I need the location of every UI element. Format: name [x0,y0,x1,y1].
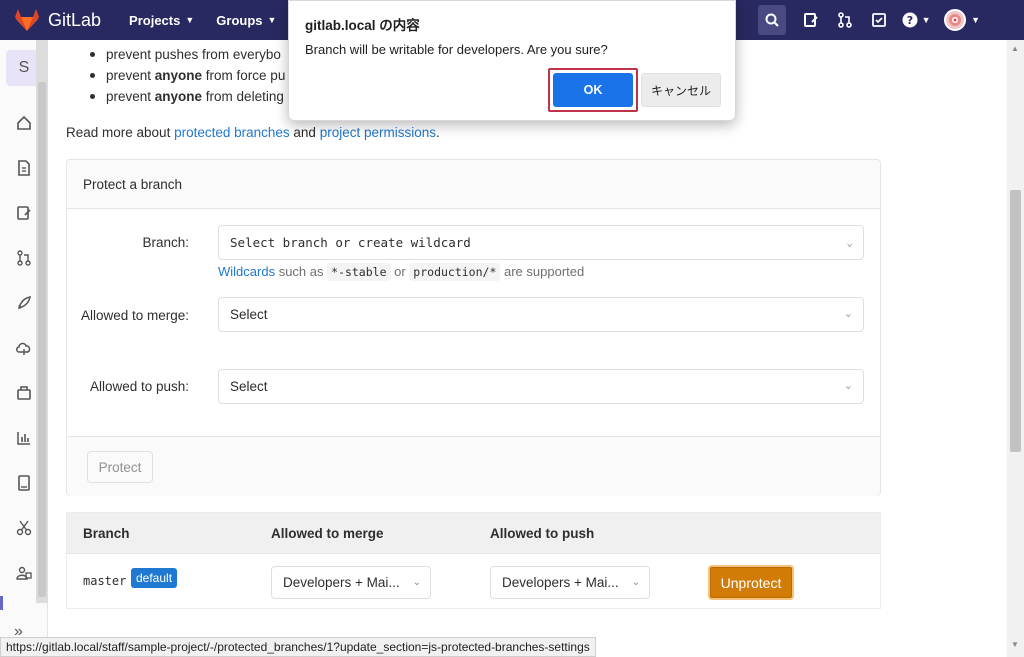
issues-icon[interactable] [14,203,34,223]
merge-requests-icon[interactable] [14,248,34,268]
protection-rules-list: prevent pushes from everybo prevent anyo… [88,44,285,107]
unprotect-button[interactable]: Unprotect [708,565,794,600]
allowed-to-push-select[interactable]: Select ⌄ [218,369,864,404]
code-snippet: *-stable [327,263,391,281]
column-header-allowed-to-merge: Allowed to merge [271,526,384,541]
user-avatar[interactable] [944,9,967,31]
ci-cd-rocket-icon[interactable] [14,293,34,313]
chevron-down-icon: ⌄ [846,236,853,249]
chevron-down-icon: ⌄ [631,577,640,588]
protect-branch-panel: Protect a branch Branch: Select branch o… [66,159,881,496]
chevron-down-icon: ⌄ [843,308,853,320]
merge-access-value: Developers + Mai... [283,575,400,590]
operations-cloud-icon[interactable] [14,338,34,358]
confirm-dialog: gitlab.local の内容 Branch will be writable… [288,0,736,121]
issues-icon [872,13,886,27]
help-icon: ? [902,12,918,28]
groups-menu[interactable]: Groups ▼ [216,13,276,28]
repository-icon[interactable] [14,158,34,178]
browser-status-url: https://gitlab.local/staff/sample-projec… [0,637,596,657]
scroll-down-arrow-icon[interactable]: ▼ [1011,640,1019,649]
cancel-button[interactable]: キャンセル [641,73,721,107]
sidebar-scrollbar-thumb[interactable] [38,82,46,597]
search-button[interactable] [758,5,787,35]
projects-menu-label: Projects [129,12,181,28]
help-menu[interactable]: ? ▼ [896,0,936,40]
wildcards-link[interactable]: Wildcards [218,264,275,279]
read-more-text: Read more about protected branches and p… [66,125,440,140]
branch-name: master [83,574,127,588]
home-icon[interactable] [14,113,34,133]
merge-access-dropdown[interactable]: Developers + Mai... ⌄ [271,566,431,599]
sidebar-active-indicator [0,596,3,610]
panel-footer: Protect [67,436,880,496]
analytics-icon[interactable] [14,428,34,448]
dialog-message: Branch will be writable for developers. … [305,42,608,57]
list-item: prevent anyone from force pu [88,65,285,86]
list-item: prevent anyone from deleting [88,86,285,107]
allowed-to-merge-label: Allowed to merge: [80,308,189,323]
code-snippet: production/* [409,263,501,281]
chevron-down-icon: ⌄ [843,380,853,392]
panel-title: Protect a branch [67,160,880,209]
chevron-down-icon: ▼ [267,15,277,25]
gitlab-logo-text: GitLab [48,9,102,30]
groups-menu-label: Groups [216,12,263,28]
todo-button[interactable] [794,0,828,40]
chevron-down-icon: ⌄ [412,577,421,588]
ok-button[interactable]: OK [553,73,633,107]
column-header-branch: Branch [83,526,130,541]
search-icon [765,13,779,27]
snippets-scissors-icon[interactable] [14,518,34,538]
branch-select-placeholder: Select branch or create wildcard [230,235,471,250]
wildcard-hint: Wildcards such as *-stable or production… [218,263,585,281]
scroll-up-arrow-icon[interactable]: ▲ [1011,44,1019,53]
svg-text:?: ? [906,14,912,27]
chevron-down-icon: ▼ [971,15,980,25]
protect-button[interactable]: Protect [87,451,153,483]
default-badge: default [131,568,178,588]
project-sidebar: S » [0,40,48,657]
protected-branches-table: Branch Allowed to merge Allowed to push … [66,512,881,609]
projects-menu[interactable]: Projects ▼ [129,13,194,28]
branch-label: Branch: [142,235,189,250]
dialog-title: gitlab.local の内容 [305,18,420,33]
allowed-to-push-value: Select [230,379,268,394]
packages-icon[interactable] [14,383,34,403]
table-header: Branch Allowed to merge Allowed to push [67,513,880,554]
chevron-down-icon: ▼ [921,15,931,25]
issues-button[interactable] [862,0,896,40]
allowed-to-merge-value: Select [230,307,268,322]
project-permissions-link[interactable]: project permissions [320,125,436,140]
protected-branches-link[interactable]: protected branches [174,125,290,140]
avatar-pattern-icon [949,14,962,26]
push-access-dropdown[interactable]: Developers + Mai... ⌄ [490,566,650,599]
page-scrollbar-thumb[interactable] [1010,190,1021,452]
allowed-to-merge-select[interactable]: Select ⌄ [218,297,864,332]
push-access-value: Developers + Mai... [502,575,619,590]
list-item: prevent pushes from everybo [88,44,285,65]
gitlab-logo[interactable]: GitLab [14,8,101,32]
table-row: master default Developers + Mai... ⌄ Dev… [67,554,880,609]
wiki-book-icon[interactable] [14,473,34,493]
branch-select[interactable]: Select branch or create wildcard ⌄ [218,225,864,260]
allowed-to-push-label: Allowed to push: [89,379,189,394]
column-header-allowed-to-push: Allowed to push [490,526,595,541]
members-icon[interactable] [14,563,34,583]
merge-request-icon [838,12,852,28]
chevron-down-icon: ▼ [185,15,195,25]
merge-requests-button[interactable] [828,0,862,40]
gitlab-tanuki-icon [15,9,39,31]
todo-icon [804,13,818,27]
